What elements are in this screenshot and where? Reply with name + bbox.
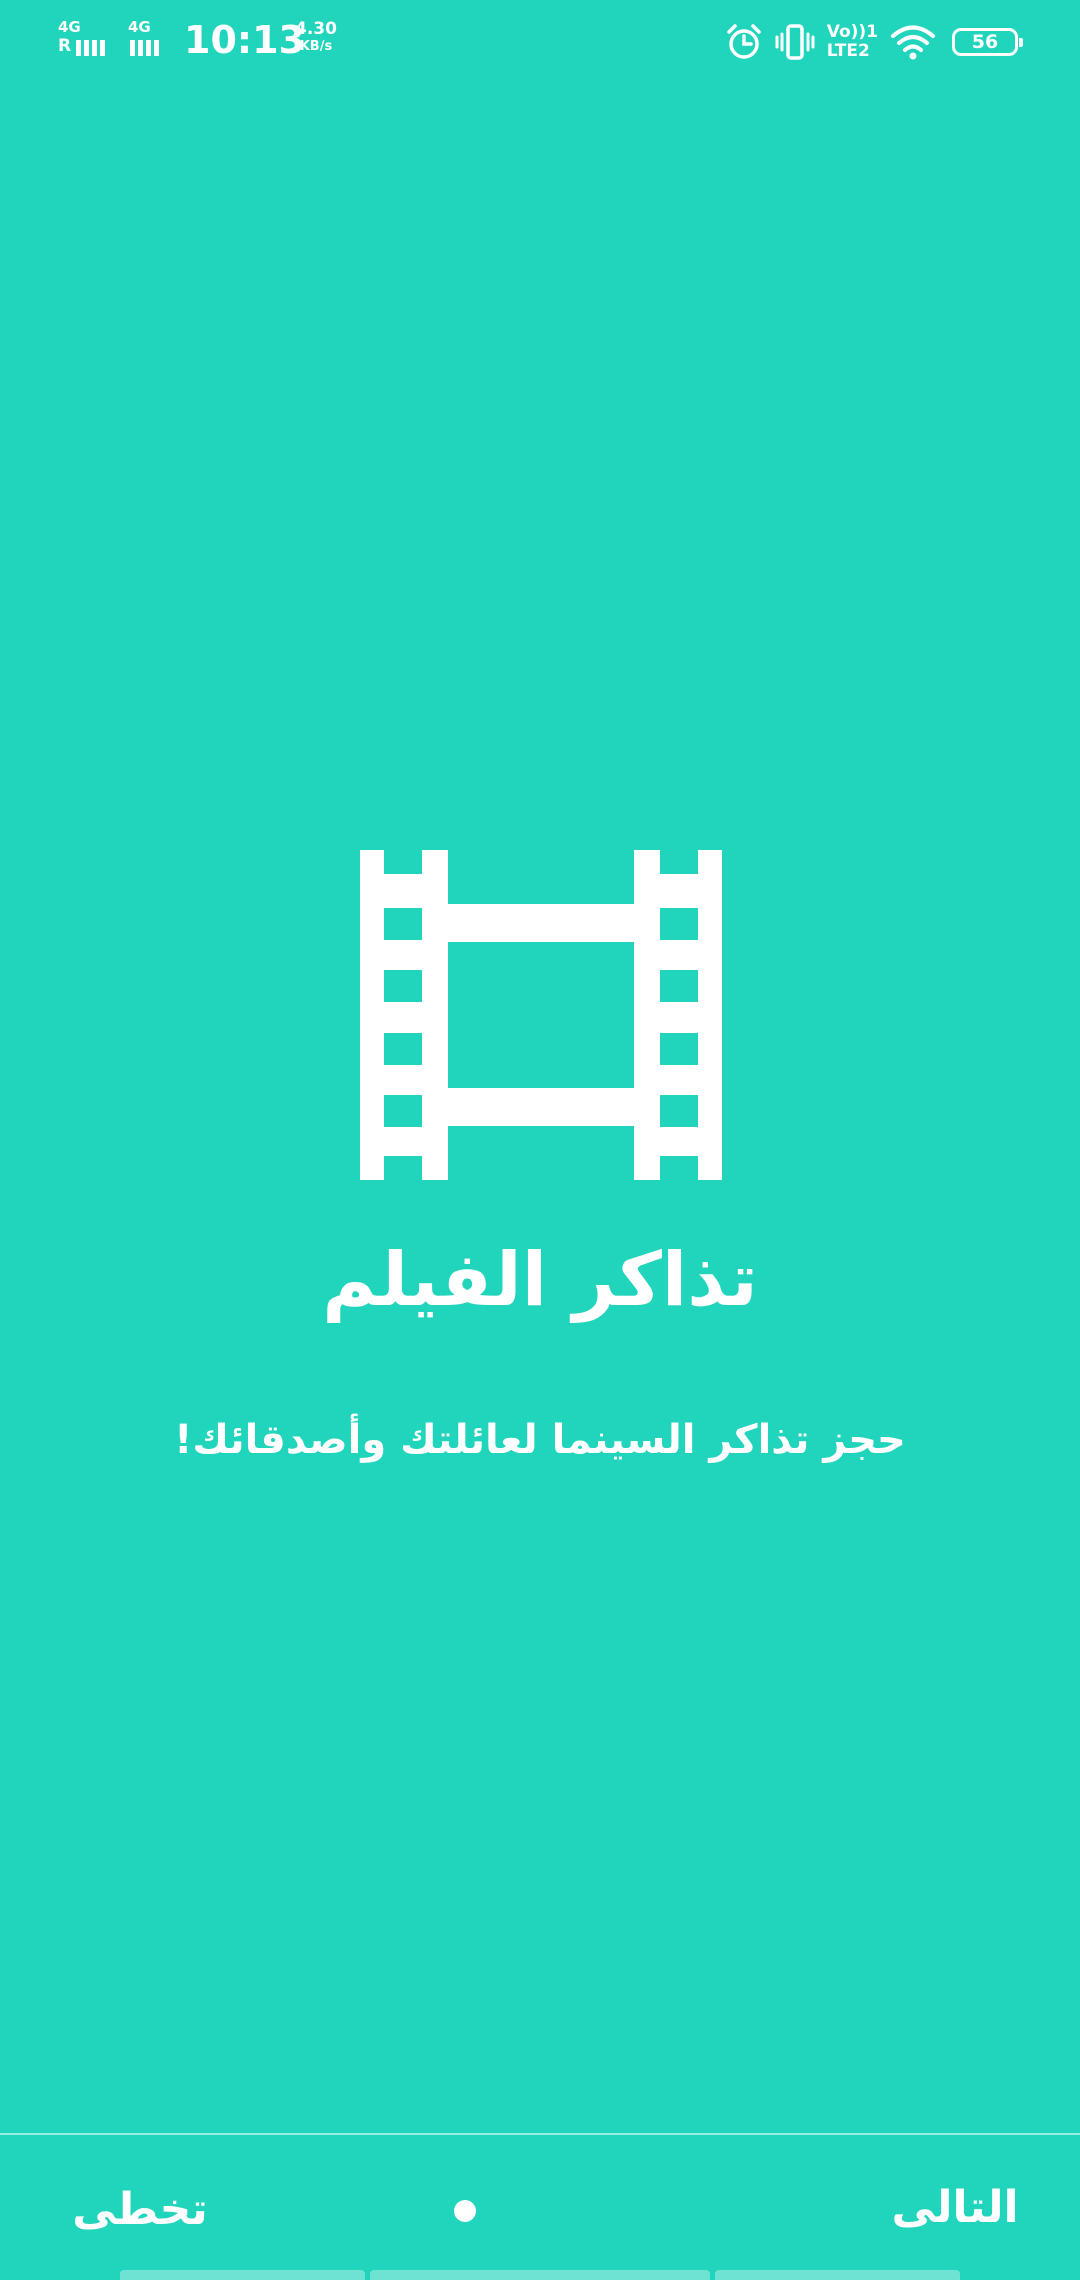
lte-label: LTE2 — [826, 41, 870, 61]
sim2-network-type: 4G — [128, 18, 151, 36]
battery-icon: 56 — [952, 28, 1023, 56]
alarm-icon — [726, 24, 761, 59]
sim2-signal-icon: 4G — [128, 20, 188, 60]
sim1-signal-icon: 4G R — [58, 20, 118, 60]
skip-button[interactable]: تخطى — [60, 2170, 220, 2250]
sim1-network-type: 4G — [58, 18, 81, 36]
vibrate-icon — [775, 24, 815, 60]
film-strip-icon — [360, 850, 722, 1180]
status-bar: 4G R 4G 10:13 4.30 KB/s Vo))1 LTE2 56 — [0, 0, 1080, 84]
onboarding-subtitle: حجز تذاكر السينما لعائلتك وأصدقائك! — [174, 1417, 906, 1463]
page-indicator-dot — [454, 2200, 476, 2222]
wifi-icon — [891, 25, 935, 60]
network-speed-value: 4.30 — [295, 19, 337, 39]
gesture-bar-center — [370, 2270, 710, 2280]
sim2-signal-bars — [130, 38, 159, 56]
status-icons: Vo))1 LTE2 56 — [725, 18, 1023, 66]
clock: 10:13 — [184, 18, 305, 62]
gesture-bar-right — [715, 2270, 960, 2280]
roaming-indicator: R — [58, 36, 72, 56]
volte-label: Vo))1 — [826, 22, 878, 42]
network-speed: 4.30 KB/s — [295, 20, 337, 56]
network-speed-unit: KB/s — [299, 39, 333, 54]
sim1-signal-bars — [76, 38, 105, 56]
bottom-divider — [0, 2133, 1080, 2135]
onboarding-title: تذاكر الفيلم — [322, 1237, 758, 1323]
next-button[interactable]: التالى — [875, 2168, 1035, 2248]
battery-level: 56 — [971, 31, 999, 53]
onboarding-screen: 4G R 4G 10:13 4.30 KB/s Vo))1 LTE2 56 تذ… — [0, 0, 1080, 2280]
volte-icon: Vo))1 LTE2 — [827, 23, 878, 61]
gesture-bar-left — [120, 2270, 365, 2280]
